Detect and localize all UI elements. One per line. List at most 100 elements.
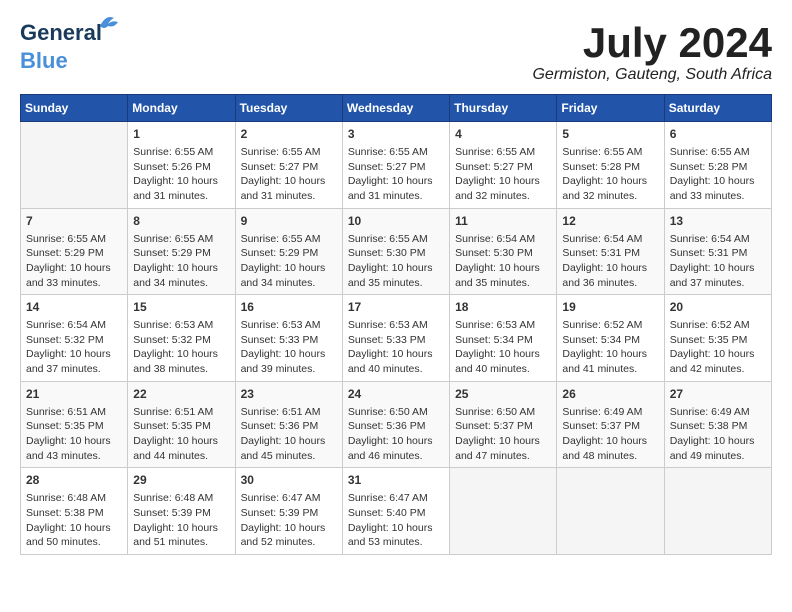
calendar-cell: 15 Sunrise: 6:53 AMSunset: 5:32 PMDayligh… <box>128 295 235 382</box>
calendar-cell: 7 Sunrise: 6:55 AMSunset: 5:29 PMDaylight… <box>21 208 128 295</box>
month-title: July 2024 <box>532 20 772 66</box>
column-header-thursday: Thursday <box>450 95 557 122</box>
calendar-cell: 31 Sunrise: 6:47 AMSunset: 5:40 PMDayligh… <box>342 468 449 555</box>
cell-content: Sunrise: 6:47 AMSunset: 5:40 PMDaylight:… <box>348 491 444 550</box>
day-number: 28 <box>26 472 122 489</box>
column-header-friday: Friday <box>557 95 664 122</box>
day-number: 22 <box>133 386 229 403</box>
calendar-cell: 11 Sunrise: 6:54 AMSunset: 5:30 PMDayligh… <box>450 208 557 295</box>
cell-content: Sunrise: 6:55 AMSunset: 5:28 PMDaylight:… <box>562 145 658 204</box>
calendar-cell <box>664 468 771 555</box>
cell-content: Sunrise: 6:50 AMSunset: 5:36 PMDaylight:… <box>348 405 444 464</box>
calendar-cell: 1Sunrise: 6:55 AMSunset: 5:26 PMDaylight… <box>128 122 235 209</box>
day-number: 29 <box>133 472 229 489</box>
cell-content: Sunrise: 6:51 AMSunset: 5:35 PMDaylight:… <box>26 405 122 464</box>
cell-content: Sunrise: 6:49 AMSunset: 5:37 PMDaylight:… <box>562 405 658 464</box>
day-number: 19 <box>562 299 658 316</box>
cell-content: Sunrise: 6:55 AMSunset: 5:29 PMDaylight:… <box>26 232 122 291</box>
calendar-cell: 27 Sunrise: 6:49 AMSunset: 5:38 PMDayligh… <box>664 381 771 468</box>
calendar-cell <box>21 122 128 209</box>
day-number: 25 <box>455 386 551 403</box>
cell-content: Sunrise: 6:54 AMSunset: 5:30 PMDaylight:… <box>455 232 551 291</box>
column-header-wednesday: Wednesday <box>342 95 449 122</box>
day-number: 3 <box>348 126 444 143</box>
column-header-saturday: Saturday <box>664 95 771 122</box>
column-header-sunday: Sunday <box>21 95 128 122</box>
calendar-cell: 25 Sunrise: 6:50 AMSunset: 5:37 PMDayligh… <box>450 381 557 468</box>
cell-content: Sunrise: 6:54 AMSunset: 5:32 PMDaylight:… <box>26 318 122 377</box>
cell-content: Sunrise: 6:53 AMSunset: 5:32 PMDaylight:… <box>133 318 229 377</box>
calendar-cell: 22 Sunrise: 6:51 AMSunset: 5:35 PMDayligh… <box>128 381 235 468</box>
cell-content: Sunrise: 6:55 AMSunset: 5:29 PMDaylight:… <box>241 232 337 291</box>
cell-content: Sunrise: 6:53 AMSunset: 5:33 PMDaylight:… <box>348 318 444 377</box>
cell-content: Sunrise: 6:48 AMSunset: 5:39 PMDaylight:… <box>133 491 229 550</box>
cell-content: Sunrise: 6:52 AMSunset: 5:34 PMDaylight:… <box>562 318 658 377</box>
column-header-tuesday: Tuesday <box>235 95 342 122</box>
calendar-cell: 26Sunrise: 6:49 AMSunset: 5:37 PMDayligh… <box>557 381 664 468</box>
calendar-week-1: 1Sunrise: 6:55 AMSunset: 5:26 PMDaylight… <box>21 122 772 209</box>
cell-content: Sunrise: 6:55 AMSunset: 5:28 PMDaylight:… <box>670 145 766 204</box>
day-number: 30 <box>241 472 337 489</box>
calendar-week-3: 14 Sunrise: 6:54 AMSunset: 5:32 PMDayligh… <box>21 295 772 382</box>
cell-content: Sunrise: 6:49 AMSunset: 5:38 PMDaylight:… <box>670 405 766 464</box>
calendar-cell: 4Sunrise: 6:55 AMSunset: 5:27 PMDaylight… <box>450 122 557 209</box>
cell-content: Sunrise: 6:47 AMSunset: 5:39 PMDaylight:… <box>241 491 337 550</box>
calendar-cell: 9Sunrise: 6:55 AMSunset: 5:29 PMDaylight… <box>235 208 342 295</box>
day-number: 15 <box>133 299 229 316</box>
calendar-cell: 5 Sunrise: 6:55 AMSunset: 5:28 PMDaylight… <box>557 122 664 209</box>
logo-general: General <box>20 20 102 45</box>
cell-content: Sunrise: 6:51 AMSunset: 5:35 PMDaylight:… <box>133 405 229 464</box>
day-number: 21 <box>26 386 122 403</box>
calendar-cell: 12Sunrise: 6:54 AMSunset: 5:31 PMDayligh… <box>557 208 664 295</box>
calendar-cell: 24 Sunrise: 6:50 AMSunset: 5:36 PMDayligh… <box>342 381 449 468</box>
day-number: 27 <box>670 386 766 403</box>
day-number: 7 <box>26 213 122 230</box>
calendar-cell: 30 Sunrise: 6:47 AMSunset: 5:39 PMDayligh… <box>235 468 342 555</box>
day-number: 31 <box>348 472 444 489</box>
page-header: General Blue July 2024 Germiston, Gauten… <box>20 20 772 84</box>
day-number: 8 <box>133 213 229 230</box>
calendar-cell: 23Sunrise: 6:51 AMSunset: 5:36 PMDayligh… <box>235 381 342 468</box>
calendar-week-4: 21 Sunrise: 6:51 AMSunset: 5:35 PMDayligh… <box>21 381 772 468</box>
calendar-cell: 2 Sunrise: 6:55 AMSunset: 5:27 PMDaylight… <box>235 122 342 209</box>
location: Germiston, Gauteng, South Africa <box>532 66 772 84</box>
calendar-cell: 8 Sunrise: 6:55 AMSunset: 5:29 PMDaylight… <box>128 208 235 295</box>
day-number: 2 <box>241 126 337 143</box>
title-block: July 2024 Germiston, Gauteng, South Afri… <box>532 20 772 84</box>
calendar-cell <box>557 468 664 555</box>
cell-content: Sunrise: 6:53 AMSunset: 5:33 PMDaylight:… <box>241 318 337 377</box>
day-number: 14 <box>26 299 122 316</box>
calendar-cell: 17 Sunrise: 6:53 AMSunset: 5:33 PMDayligh… <box>342 295 449 382</box>
logo-bird-icon <box>98 12 120 32</box>
calendar-cell: 10Sunrise: 6:55 AMSunset: 5:30 PMDayligh… <box>342 208 449 295</box>
calendar-cell: 3 Sunrise: 6:55 AMSunset: 5:27 PMDaylight… <box>342 122 449 209</box>
cell-content: Sunrise: 6:48 AMSunset: 5:38 PMDaylight:… <box>26 491 122 550</box>
calendar-cell: 16Sunrise: 6:53 AMSunset: 5:33 PMDayligh… <box>235 295 342 382</box>
calendar-table: SundayMondayTuesdayWednesdayThursdayFrid… <box>20 94 772 555</box>
day-number: 5 <box>562 126 658 143</box>
cell-content: Sunrise: 6:51 AMSunset: 5:36 PMDaylight:… <box>241 405 337 464</box>
calendar-cell: 13Sunrise: 6:54 AMSunset: 5:31 PMDayligh… <box>664 208 771 295</box>
calendar-cell: 18Sunrise: 6:53 AMSunset: 5:34 PMDayligh… <box>450 295 557 382</box>
cell-content: Sunrise: 6:53 AMSunset: 5:34 PMDaylight:… <box>455 318 551 377</box>
day-number: 13 <box>670 213 766 230</box>
calendar-cell: 14 Sunrise: 6:54 AMSunset: 5:32 PMDayligh… <box>21 295 128 382</box>
calendar-cell: 21 Sunrise: 6:51 AMSunset: 5:35 PMDayligh… <box>21 381 128 468</box>
day-number: 17 <box>348 299 444 316</box>
cell-content: Sunrise: 6:55 AMSunset: 5:29 PMDaylight:… <box>133 232 229 291</box>
calendar-cell: 28 Sunrise: 6:48 AMSunset: 5:38 PMDayligh… <box>21 468 128 555</box>
cell-content: Sunrise: 6:55 AMSunset: 5:27 PMDaylight:… <box>348 145 444 204</box>
calendar-cell: 29 Sunrise: 6:48 AMSunset: 5:39 PMDayligh… <box>128 468 235 555</box>
cell-content: Sunrise: 6:55 AMSunset: 5:27 PMDaylight:… <box>241 145 337 204</box>
logo-blue: Blue <box>20 48 68 74</box>
day-number: 4 <box>455 126 551 143</box>
logo: General Blue <box>20 20 102 74</box>
cell-content: Sunrise: 6:54 AMSunset: 5:31 PMDaylight:… <box>562 232 658 291</box>
calendar-cell: 19 Sunrise: 6:52 AMSunset: 5:34 PMDayligh… <box>557 295 664 382</box>
calendar-cell <box>450 468 557 555</box>
cell-content: Sunrise: 6:50 AMSunset: 5:37 PMDaylight:… <box>455 405 551 464</box>
day-number: 24 <box>348 386 444 403</box>
day-number: 1 <box>133 126 229 143</box>
day-number: 11 <box>455 213 551 230</box>
calendar-cell: 6Sunrise: 6:55 AMSunset: 5:28 PMDaylight… <box>664 122 771 209</box>
